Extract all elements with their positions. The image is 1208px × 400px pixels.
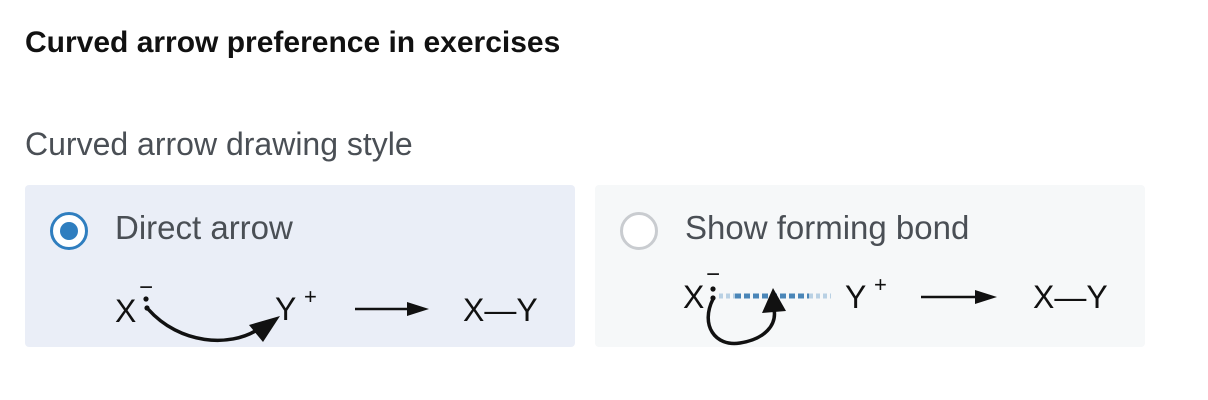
direct-arrow-scheme: X − Y + X—Y	[115, 274, 538, 343]
option-direct-arrow[interactable]: Direct arrow X − Y + X—Y	[25, 185, 575, 347]
product: X—Y	[1033, 279, 1108, 315]
right-charge: +	[874, 272, 887, 297]
reaction-arrow-head	[407, 302, 429, 316]
right-atom: Y	[275, 291, 296, 327]
drawing-style-label: Curved arrow drawing style	[25, 126, 413, 162]
left-charge: −	[706, 261, 720, 288]
option-show-forming-bond[interactable]: Show forming bond X − Y + X—Y	[595, 185, 1145, 347]
product: X—Y	[463, 292, 538, 328]
curved-arrow-head	[762, 288, 786, 313]
reaction-arrow-head	[975, 290, 997, 304]
curved-arrow-icon	[706, 297, 777, 346]
right-charge: +	[304, 284, 317, 309]
lone-pair-dot	[143, 296, 149, 302]
left-atom: X	[115, 293, 136, 329]
section-heading: Curved arrow preference in exercises	[25, 26, 561, 59]
lone-pair-dot	[710, 286, 716, 292]
curved-arrow-icon	[146, 307, 259, 343]
forming-bond-scheme: X − Y + X—Y	[683, 261, 1108, 346]
left-atom: X	[683, 279, 704, 315]
right-atom: Y	[845, 279, 866, 315]
